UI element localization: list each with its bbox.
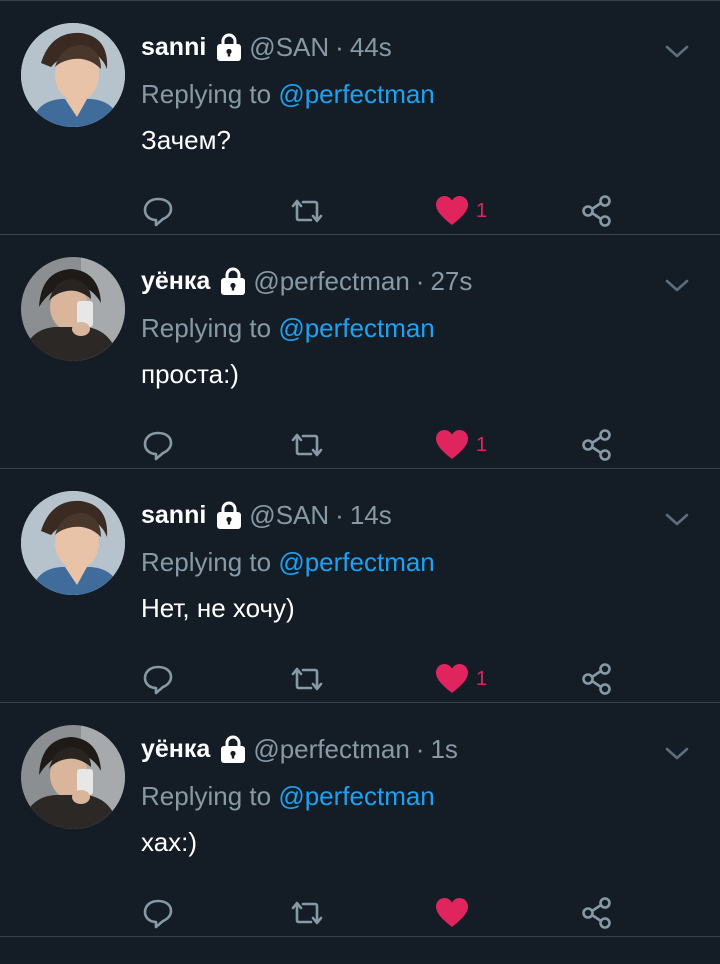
like-button[interactable]: 1 — [435, 425, 487, 465]
display-name[interactable]: sanni — [141, 33, 206, 62]
timestamp[interactable]: 1s — [430, 734, 457, 765]
separator-dot: · — [335, 31, 344, 62]
heart-icon — [436, 898, 468, 927]
reply-button[interactable] — [141, 659, 175, 699]
lock-icon — [215, 500, 243, 530]
mention-link[interactable]: @perfectman — [278, 547, 434, 577]
tweet-header: уёнка @perfectman · 1s — [141, 729, 458, 769]
separator-dot: · — [415, 733, 425, 764]
tweet-actions: 1 — [0, 425, 720, 465]
tweet-header: sanni @SAN · 14s — [141, 495, 392, 535]
heart-icon — [436, 196, 468, 225]
timestamp[interactable]: 14s — [350, 500, 392, 531]
tweet-header: sanni @SAN · 44s — [141, 27, 392, 67]
user-handle[interactable]: @perfectman — [253, 266, 409, 297]
replying-to-label: Replying to — [141, 313, 272, 343]
share-button[interactable] — [580, 893, 614, 933]
tweet-item[interactable]: уёнка @perfectman · 1s Replying to @perf… — [0, 703, 720, 937]
share-icon — [582, 195, 611, 227]
reply-icon — [143, 665, 173, 695]
share-button[interactable] — [580, 425, 614, 465]
retweet-button[interactable] — [287, 191, 327, 231]
timestamp[interactable]: 27s — [430, 266, 472, 297]
user-avatar-icon — [21, 257, 125, 361]
like-count: 1 — [476, 433, 488, 456]
user-handle[interactable]: @SAN — [249, 32, 329, 63]
timestamp[interactable]: 44s — [350, 32, 392, 63]
display-name[interactable]: уёнка — [141, 735, 210, 764]
replying-to-label: Replying to — [141, 781, 272, 811]
user-avatar-icon — [21, 725, 125, 829]
reply-button[interactable] — [141, 425, 175, 465]
separator-dot: · — [415, 265, 425, 296]
display-name[interactable]: sanni — [141, 501, 206, 530]
chevron-down-icon[interactable] — [664, 511, 690, 529]
share-icon — [582, 897, 611, 929]
tweet-text: проста:) — [141, 359, 239, 389]
separator-dot: · — [335, 499, 344, 530]
replying-to-label: Replying to — [141, 547, 272, 577]
mention-link[interactable]: @perfectman — [278, 781, 434, 811]
tweet-text: Зачем? — [141, 125, 231, 155]
heart-icon — [436, 430, 468, 459]
share-button[interactable] — [580, 659, 614, 699]
mention-link[interactable]: @perfectman — [278, 79, 434, 109]
tweet-actions — [0, 893, 720, 933]
replying-to: Replying to @perfectman — [141, 79, 435, 110]
tweet-item[interactable]: sanni @SAN · 44s Replying to @perfectman… — [0, 1, 720, 235]
chevron-down-icon[interactable] — [664, 43, 690, 61]
retweet-button[interactable] — [287, 425, 327, 465]
lock-icon — [219, 266, 247, 296]
retweet-icon — [291, 199, 323, 223]
like-button[interactable] — [435, 893, 476, 933]
user-avatar-icon — [21, 491, 125, 595]
like-count: 1 — [476, 667, 488, 690]
tweet-text: Нет, не хочу) — [141, 593, 295, 623]
retweet-button[interactable] — [287, 893, 327, 933]
retweet-icon — [291, 901, 323, 925]
tweet-header: уёнка @perfectman · 27s — [141, 261, 472, 301]
avatar[interactable] — [21, 491, 125, 595]
reply-icon — [143, 197, 173, 227]
reply-icon — [143, 431, 173, 461]
user-avatar-icon — [21, 23, 125, 127]
tweet-item[interactable]: sanni @SAN · 14s Replying to @perfectman… — [0, 469, 720, 703]
replying-to-label: Replying to — [141, 79, 272, 109]
display-name[interactable]: уёнка — [141, 267, 210, 296]
tweet-text: хах:) — [141, 827, 198, 857]
like-button[interactable]: 1 — [435, 191, 487, 231]
reply-button[interactable] — [141, 191, 175, 231]
avatar[interactable] — [21, 725, 125, 829]
tweet-actions: 1 — [0, 659, 720, 699]
replying-to: Replying to @perfectman — [141, 547, 435, 578]
user-handle[interactable]: @perfectman — [253, 734, 409, 765]
lock-icon — [219, 734, 247, 764]
chevron-down-icon[interactable] — [664, 745, 690, 763]
tweet-timeline: sanni @SAN · 44s Replying to @perfectman… — [0, 0, 720, 964]
tweet-actions: 1 — [0, 191, 720, 231]
avatar[interactable] — [21, 257, 125, 361]
retweet-icon — [291, 667, 323, 691]
tweet-item[interactable]: уёнка @perfectman · 27s Replying to @per… — [0, 235, 720, 469]
chevron-down-icon[interactable] — [664, 277, 690, 295]
share-icon — [582, 663, 611, 695]
like-button[interactable]: 1 — [435, 659, 487, 699]
reply-icon — [143, 899, 173, 929]
reply-button[interactable] — [141, 893, 175, 933]
heart-icon — [436, 664, 468, 693]
avatar[interactable] — [21, 23, 125, 127]
mention-link[interactable]: @perfectman — [278, 313, 434, 343]
retweet-icon — [291, 433, 323, 457]
user-handle[interactable]: @SAN — [249, 500, 329, 531]
share-button[interactable] — [580, 191, 614, 231]
replying-to: Replying to @perfectman — [141, 781, 435, 812]
share-icon — [582, 429, 611, 461]
lock-icon — [215, 32, 243, 62]
replying-to: Replying to @perfectman — [141, 313, 435, 344]
retweet-button[interactable] — [287, 659, 327, 699]
like-count: 1 — [476, 199, 488, 222]
